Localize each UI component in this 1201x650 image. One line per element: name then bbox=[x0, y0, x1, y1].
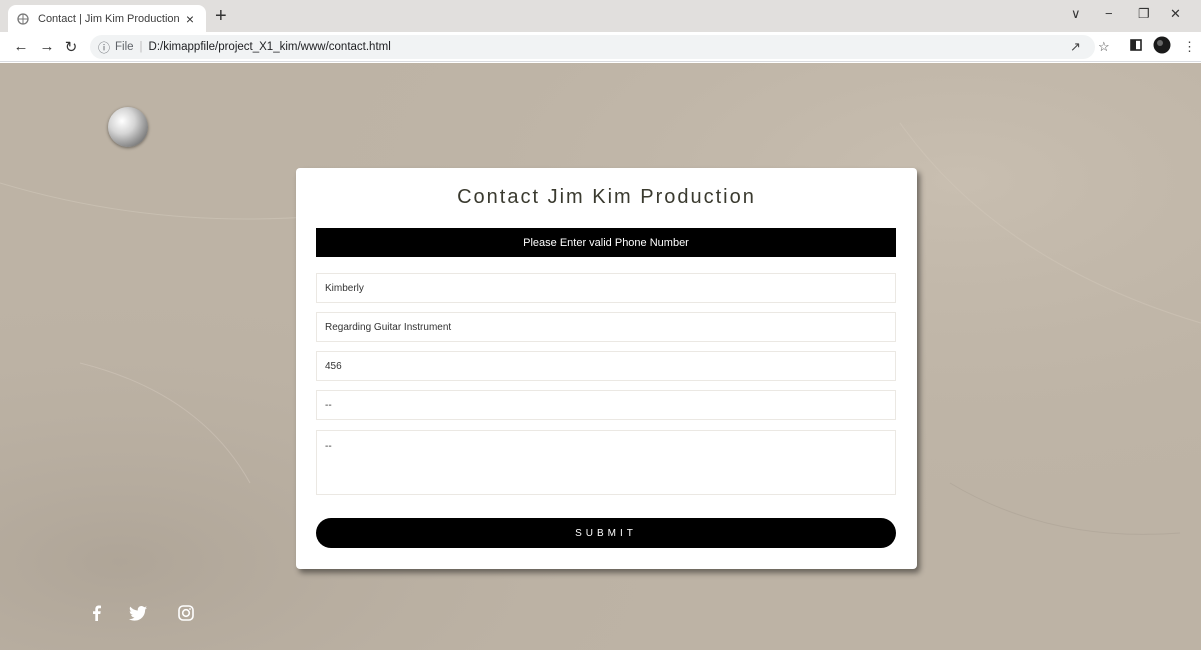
tab-close-icon[interactable]: × bbox=[182, 11, 198, 27]
forward-icon[interactable]: → bbox=[38, 38, 56, 55]
share-icon[interactable]: ↗ bbox=[1070, 39, 1081, 55]
facebook-icon[interactable] bbox=[90, 603, 102, 623]
contact-title: Contact Jim Kim Production bbox=[457, 186, 756, 208]
url-separator: | bbox=[139, 41, 143, 53]
tab-search-icon[interactable]: ∨ bbox=[1071, 6, 1081, 22]
url-scheme: File bbox=[115, 41, 134, 53]
name-field[interactable]: Kimberly bbox=[316, 273, 896, 303]
side-panel-icon[interactable] bbox=[1130, 39, 1142, 54]
url-text: D:/kimappfile/project_X1_kim/www/contact… bbox=[148, 41, 391, 53]
contact-card: Contact Jim Kim Production Please Enter … bbox=[296, 168, 917, 569]
tab-favicon-icon bbox=[16, 12, 30, 26]
address-bar[interactable]: ⓘ File | D:/kimappfile/project_X1_kim/ww… bbox=[90, 35, 1095, 59]
new-tab-icon[interactable]: + bbox=[215, 5, 227, 27]
page-background: Contact Jim Kim Production Please Enter … bbox=[0, 63, 1201, 650]
subject-field[interactable]: Regarding Guitar Instrument bbox=[316, 312, 896, 342]
site-logo[interactable] bbox=[108, 107, 148, 147]
close-window-icon[interactable]: ✕ bbox=[1170, 6, 1181, 22]
message-field[interactable]: -- bbox=[316, 430, 896, 495]
email-field[interactable]: -- bbox=[316, 390, 896, 420]
browser-toolbar: ← → ↻ ⓘ File | D:/kimappfile/project_X1_… bbox=[0, 32, 1201, 62]
instagram-icon[interactable] bbox=[177, 603, 195, 623]
twitter-icon[interactable] bbox=[128, 603, 148, 623]
profile-avatar-icon[interactable] bbox=[1153, 36, 1171, 57]
restore-icon[interactable]: ❐ bbox=[1138, 6, 1150, 22]
reload-icon[interactable]: ↻ bbox=[62, 38, 80, 56]
validation-alert: Please Enter valid Phone Number bbox=[316, 228, 896, 257]
tab-strip: Contact | Jim Kim Production × + ∨ − ❐ ✕ bbox=[0, 0, 1201, 32]
menu-kebab-icon[interactable]: ⋮ bbox=[1183, 39, 1196, 55]
back-icon[interactable]: ← bbox=[12, 38, 30, 55]
tab-title: Contact | Jim Kim Production bbox=[38, 12, 180, 25]
phone-field[interactable]: 456 bbox=[316, 351, 896, 381]
info-icon[interactable]: ⓘ bbox=[98, 39, 110, 56]
minimize-icon[interactable]: − bbox=[1105, 6, 1113, 21]
submit-button[interactable]: SUBMIT bbox=[316, 518, 896, 548]
browser-tab[interactable]: Contact | Jim Kim Production × bbox=[8, 5, 206, 32]
bookmark-star-icon[interactable]: ☆ bbox=[1098, 39, 1110, 55]
